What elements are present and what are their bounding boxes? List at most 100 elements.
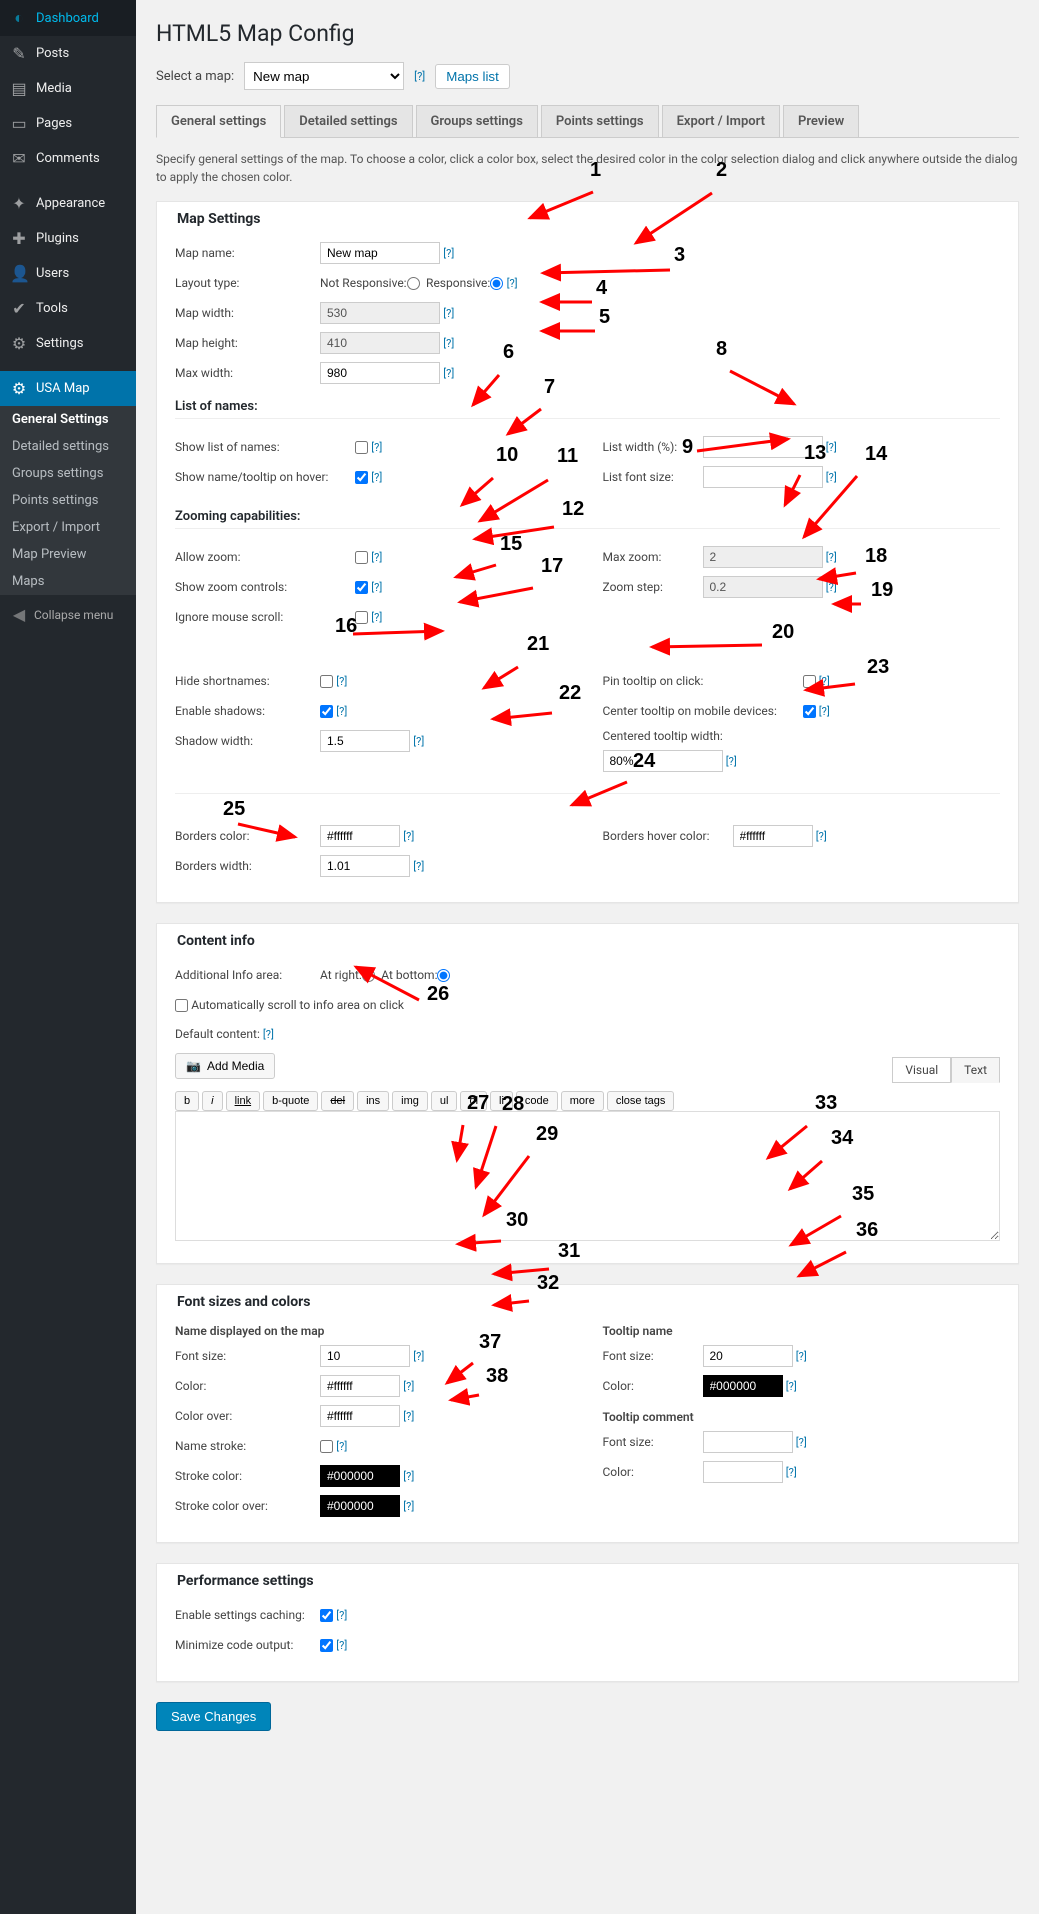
ed-btn-close-tags[interactable]: close tags [607,1091,675,1111]
name-color-over-input[interactable] [320,1405,400,1427]
nav-dashboard[interactable]: ◐Dashboard [0,0,136,36]
layout-responsive[interactable] [490,277,503,290]
info-bottom-radio[interactable] [437,969,450,982]
map-name-input[interactable] [320,242,440,264]
show-zoom-controls-checkbox[interactable] [355,581,368,594]
description: Specify general settings of the map. To … [156,150,1019,186]
ed-btn-del[interactable]: del [321,1091,354,1111]
editor-toolbar: bilinkb-quotedelinsimgulollicodemoreclos… [175,1091,1000,1111]
allow-zoom-checkbox[interactable] [355,551,368,564]
save-button[interactable]: Save Changes [156,1702,271,1731]
tab-detailed[interactable]: Detailed settings [284,105,412,138]
borders-hover-input[interactable] [733,825,813,847]
nav-plugins[interactable]: ✚Plugins [0,221,136,256]
plugin-icon: ✚ [10,229,28,248]
list-width-input[interactable] [703,436,823,458]
tool-icon: ✔ [10,299,28,318]
tab-points[interactable]: Points settings [541,105,659,138]
brush-icon: ✦ [10,194,28,213]
page-icon: ▭ [10,114,28,133]
ed-btn-ins[interactable]: ins [357,1091,389,1111]
tabs-bar: General settings Detailed settings Group… [156,105,1019,138]
sub-preview[interactable]: Map Preview [0,541,136,568]
help-icon[interactable]: [?] [443,247,454,260]
layout-not-responsive[interactable] [407,277,420,290]
stroke-color-input[interactable] [320,1465,400,1487]
borders-width-input[interactable] [320,855,410,877]
max-width-input[interactable] [320,362,440,384]
borders-color-input[interactable] [320,825,400,847]
sub-export[interactable]: Export / Import [0,514,136,541]
gear-icon: ⚙ [10,334,28,353]
content-textarea[interactable] [175,1111,1000,1241]
maps-list-button[interactable]: Maps list [435,64,510,89]
nav-media[interactable]: ▤Media [0,71,136,106]
show-list-checkbox[interactable] [355,441,368,454]
ed-btn-more[interactable]: more [561,1091,604,1111]
comment-font-size-input[interactable] [703,1431,793,1453]
sub-general[interactable]: General Settings [0,406,136,433]
ed-btn-link[interactable]: link [226,1091,261,1111]
visual-tab[interactable]: Visual [892,1057,951,1083]
nav-users[interactable]: 👤Users [0,256,136,291]
gear-icon: ⚙ [10,379,28,398]
sub-points[interactable]: Points settings [0,487,136,514]
tooltip-color-input[interactable] [703,1375,783,1397]
stroke-color-over-input[interactable] [320,1495,400,1517]
center-tooltip-checkbox[interactable] [803,705,816,718]
enable-shadows-checkbox[interactable] [320,705,333,718]
centered-width-input[interactable] [603,750,723,772]
sub-detailed[interactable]: Detailed settings [0,433,136,460]
map-settings-card: Map Settings Map name: [?] Layout type:N… [156,201,1019,903]
map-settings-title: Map Settings [171,211,267,227]
tab-groups[interactable]: Groups settings [416,105,538,138]
zoom-step-input [703,576,823,598]
list-font-input[interactable] [703,466,823,488]
nav-comments[interactable]: ✉Comments [0,141,136,176]
ed-btn-code[interactable]: code [516,1091,558,1111]
map-height-input [320,332,440,354]
minimize-checkbox[interactable] [320,1639,333,1652]
fonts-card: Font sizes and colors Name displayed on … [156,1284,1019,1543]
name-stroke-checkbox[interactable] [320,1440,333,1453]
nav-appearance[interactable]: ✦Appearance [0,186,136,221]
tab-preview[interactable]: Preview [783,105,859,138]
text-tab[interactable]: Text [951,1057,1000,1083]
show-hover-checkbox[interactable] [355,471,368,484]
content-info-card: Content info Additional Info area:At rig… [156,923,1019,1264]
nav-settings[interactable]: ⚙Settings [0,326,136,361]
name-color-input[interactable] [320,1375,400,1397]
ed-btn-li[interactable]: li [490,1091,513,1111]
caching-checkbox[interactable] [320,1609,333,1622]
ignore-scroll-checkbox[interactable] [355,611,368,624]
nav-pages[interactable]: ▭Pages [0,106,136,141]
pin-tooltip-checkbox[interactable] [803,675,816,688]
tooltip-font-size-input[interactable] [703,1345,793,1367]
nav-tools[interactable]: ✔Tools [0,291,136,326]
info-right-radio[interactable] [362,969,375,982]
ed-btn-img[interactable]: img [392,1091,428,1111]
ed-btn-b-quote[interactable]: b-quote [263,1091,318,1111]
name-font-size-input[interactable] [320,1345,410,1367]
map-select[interactable]: New map [244,62,404,90]
shadow-width-input[interactable] [320,730,410,752]
comment-icon: ✉ [10,149,28,168]
collapse-menu[interactable]: ◀Collapse menu [0,595,136,634]
ed-btn-i[interactable]: i [202,1091,222,1111]
tab-export[interactable]: Export / Import [662,105,780,138]
nav-usa-map[interactable]: ⚙USA Map [0,371,136,406]
sub-groups[interactable]: Groups settings [0,460,136,487]
add-media-button[interactable]: 📷Add Media [175,1053,275,1079]
auto-scroll-checkbox[interactable] [175,999,188,1012]
sub-maps[interactable]: Maps [0,568,136,595]
help-select[interactable]: [?] [414,70,425,83]
ed-btn-ul[interactable]: ul [431,1091,458,1111]
content-info-title: Content info [171,933,261,949]
tab-general[interactable]: General settings [156,105,281,138]
comment-color-input[interactable] [703,1461,783,1483]
ed-btn-b[interactable]: b [175,1091,199,1111]
hide-shortnames-checkbox[interactable] [320,675,333,688]
perf-title: Performance settings [171,1573,320,1589]
nav-posts[interactable]: ✎Posts [0,36,136,71]
ed-btn-ol[interactable]: ol [460,1091,487,1111]
